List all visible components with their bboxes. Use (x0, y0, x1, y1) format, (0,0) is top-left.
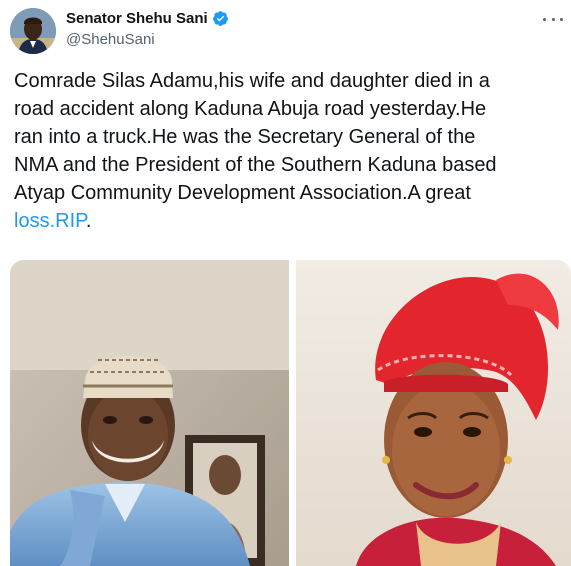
man-in-cap-photo[interactable] (10, 260, 289, 566)
loss-rip-link[interactable]: loss.RIP (14, 210, 86, 232)
tweet-media[interactable] (10, 260, 571, 566)
author-handle[interactable]: @ShehuSani (66, 31, 155, 48)
tweet-text-line: NMA and the President of the Southern Ka… (14, 154, 497, 176)
tweet-text-last-line: loss.RIP. (14, 207, 566, 235)
tweet-text: Comrade Silas Adamu,his wife and daughte… (14, 67, 566, 235)
tweet-text-line: ran into a truck.He was the Secretary Ge… (14, 126, 476, 148)
woman-in-red-headtie-photo[interactable] (296, 260, 571, 566)
author-display-name[interactable]: Senator Shehu Sani (66, 10, 208, 27)
more-options-icon[interactable] (543, 12, 563, 26)
author-name-row: Senator Shehu Sani (66, 10, 229, 27)
verified-badge-icon (212, 10, 229, 27)
tweet-text-line: Comrade Silas Adamu,his wife and daughte… (14, 70, 490, 92)
author-avatar[interactable] (10, 8, 56, 54)
tweet-text-suffix: . (85, 210, 92, 232)
tweet-card: Senator Shehu Sani @ShehuSani Comrade Si… (0, 0, 571, 566)
tweet-text-line: Atyap Community Development Association.… (14, 182, 471, 204)
tweet-text-line: road accident along Kaduna Abuja road ye… (14, 98, 487, 120)
